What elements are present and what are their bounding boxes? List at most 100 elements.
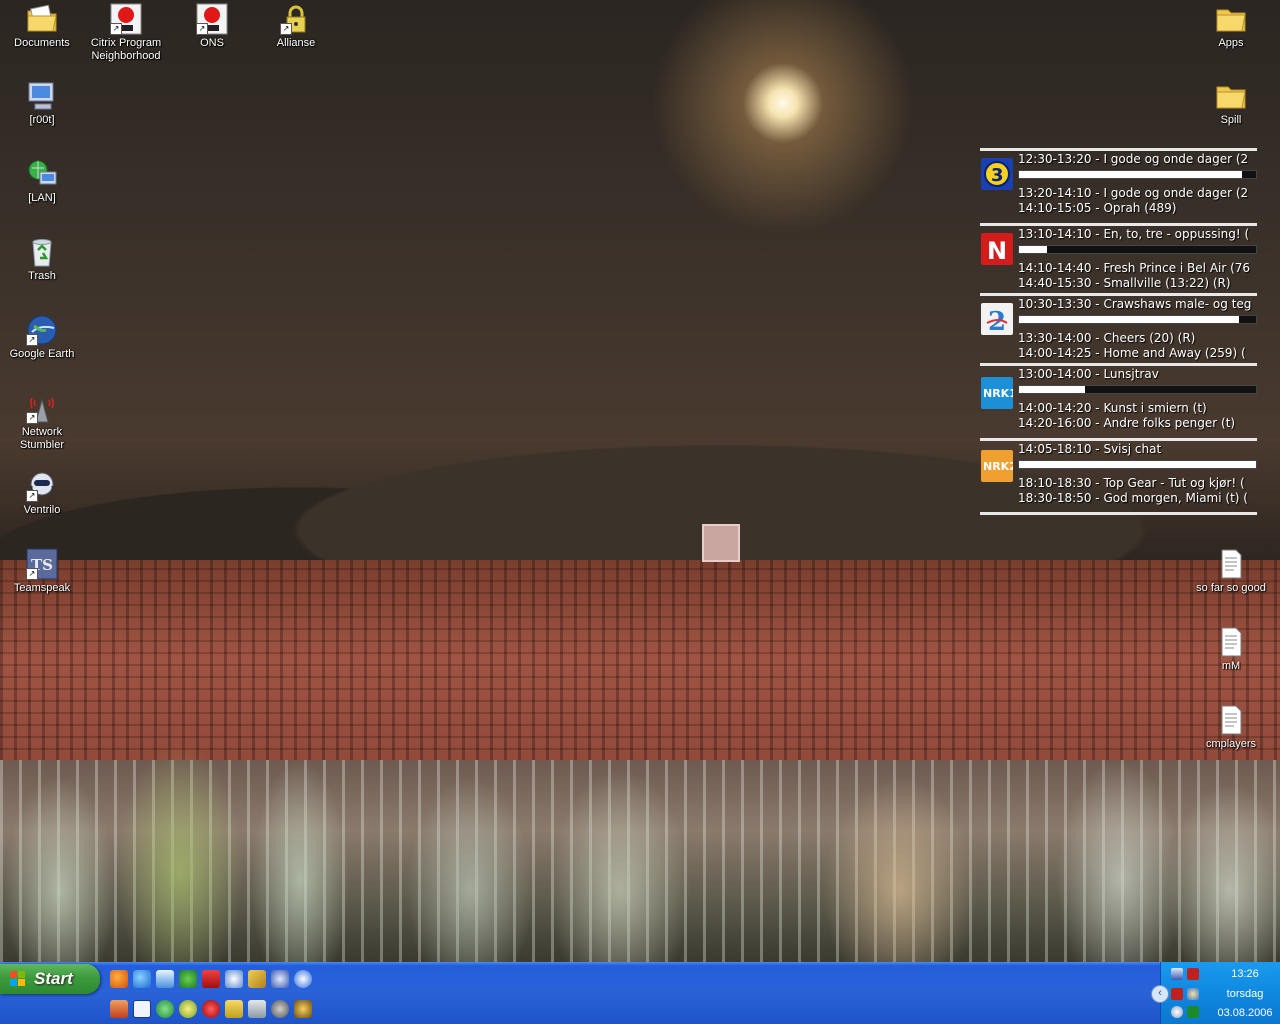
now-showing: 13:00-14:00 - Lunsjtrav — [1018, 367, 1159, 381]
next-program: 13:30-14:00 - Cheers (20) (R) — [1018, 331, 1196, 345]
refresh-icon[interactable] — [156, 1000, 174, 1018]
desktop-icon-citrix-program-neighborhood[interactable]: ↗ Citrix Program Neighborhood — [84, 3, 168, 63]
winrar-icon[interactable] — [110, 1000, 128, 1018]
citrix-icon: ↗ — [110, 3, 142, 35]
icon-label: Ventrilo — [23, 504, 61, 516]
svg-text:N: N — [987, 237, 1007, 265]
firefox-icon[interactable] — [110, 970, 128, 988]
display-icon[interactable] — [1171, 968, 1183, 980]
desktop-icon-mm[interactable]: mM — [1189, 626, 1273, 673]
shortcut-arrow-icon: ↗ — [26, 568, 38, 580]
next-program: 13:20-14:10 - I gode og onde dager (2 — [1018, 186, 1249, 200]
system-tray: ‹ 13:26 torsdag 03.08.2006 — [1151, 962, 1280, 1024]
program-progress-bar — [1018, 385, 1257, 394]
desktop-icon-root[interactable]: [r00t] — [0, 80, 84, 127]
icon-label: cmplayers — [1205, 738, 1257, 750]
opera-icon[interactable] — [202, 1000, 220, 1018]
media-player-icon[interactable] — [294, 970, 312, 988]
next-program: 18:30-18:50 - God morgen, Miami (t) ( — [1018, 491, 1248, 505]
users-tray-icon[interactable] — [1187, 988, 1199, 1000]
citrix-icon[interactable] — [202, 970, 220, 988]
next-program: 14:40-15:30 - Smallville (13:22) (R) — [1018, 276, 1231, 290]
now-showing: 13:10-14:10 - En, to, tre - oppussing! ( — [1018, 227, 1250, 241]
icon-label: Network Stumbler — [19, 426, 65, 451]
icon-label: ONS — [200, 37, 224, 49]
winamp-icon[interactable] — [294, 1000, 312, 1018]
start-button[interactable]: Start — [0, 964, 100, 994]
network-drive-icon[interactable] — [248, 1000, 266, 1018]
nrk1-logo-icon: NRK1 — [981, 377, 1017, 409]
network-icon — [26, 158, 58, 190]
next-program: 14:20-16:00 - Andre folks penger (t) — [1018, 416, 1236, 430]
tv-guide-widget: 3 12:30-13:20 - I gode og onde dager (2 … — [980, 148, 1257, 518]
desktop-icon-teamspeak[interactable]: TS ↗ Teamspeak — [0, 548, 84, 595]
windows-logo-icon — [10, 971, 26, 987]
shortcut-arrow-icon: ↗ — [26, 412, 38, 424]
wifi-icon[interactable] — [1171, 1006, 1183, 1018]
desktop-icon-allianse[interactable]: ↗ Allianse — [254, 3, 338, 50]
icon-label: Teamspeak — [13, 582, 71, 594]
show-hidden-icons-button[interactable]: ‹ — [1151, 985, 1169, 1003]
wallpaper-chimney — [702, 524, 740, 562]
editor-icon[interactable] — [133, 1000, 151, 1018]
desktop-icon-cmplayers[interactable]: cmplayers — [1189, 704, 1273, 751]
desktop-icon-apps[interactable]: Apps — [1189, 3, 1273, 50]
battery-icon[interactable] — [1187, 1006, 1199, 1018]
icon-label: Allianse — [276, 37, 316, 49]
shortcut-arrow-icon: ↗ — [26, 490, 38, 502]
clock-day: torsdag — [1226, 988, 1264, 1000]
desktop-icon-ventrilo[interactable]: ↗ Ventrilo — [0, 470, 84, 517]
channel-separator — [980, 512, 1257, 515]
channel-separator — [980, 363, 1257, 366]
channel-separator — [980, 148, 1257, 151]
desktop: Documents ↗ Citrix Program Neighborhood … — [0, 0, 1280, 962]
citrix-tray-icon[interactable] — [1187, 968, 1199, 980]
next-program: 18:10-18:30 - Top Gear - Tut og kjør! ( — [1018, 476, 1245, 490]
antenna-icon: ↗ — [26, 392, 58, 424]
icon-label: so far so good — [1196, 582, 1266, 594]
now-showing: 12:30-13:20 - I gode og onde dager (2 — [1018, 152, 1249, 166]
desktop-icon-ons[interactable]: ↗ ONS — [170, 3, 254, 50]
icon-label: Spill — [1220, 114, 1242, 126]
channel-separator — [980, 438, 1257, 441]
start-label: Start — [34, 969, 73, 988]
icon-label: [r00t] — [29, 114, 55, 126]
folder-icon — [1215, 3, 1247, 35]
next-program: 14:00-14:20 - Kunst i smiern (t) — [1018, 401, 1207, 415]
shortcut-arrow-icon: ↗ — [196, 23, 208, 35]
search-icon[interactable] — [271, 1000, 289, 1018]
pencil-icon[interactable] — [248, 970, 266, 988]
icon-label: Trash — [28, 270, 56, 282]
nrk2-logo-icon: NRK2 — [981, 450, 1017, 482]
folder-search-icon[interactable] — [225, 1000, 243, 1018]
teamspeak-icon: TS ↗ — [26, 548, 58, 580]
desktop-icon-lan[interactable]: [LAN] — [0, 158, 84, 205]
desktop-icon-documents[interactable]: Documents — [0, 3, 84, 50]
msn-butterfly-icon[interactable] — [179, 1000, 197, 1018]
tv3-logo-icon: 3 — [981, 158, 1013, 190]
channel-separator — [980, 223, 1257, 226]
ie-icon[interactable] — [133, 970, 151, 988]
desktop-icon-google-earth[interactable]: ↗ Google Earth — [0, 314, 84, 361]
msn-icon[interactable] — [179, 970, 197, 988]
desktop-icon-network-stumbler[interactable]: ↗ Network Stumbler — [0, 392, 84, 452]
folder-icon — [1215, 80, 1247, 112]
aim-icon[interactable] — [225, 970, 243, 988]
program-progress-bar — [1018, 460, 1257, 469]
shortcut-arrow-icon: ↗ — [110, 23, 122, 35]
outlook-icon[interactable] — [156, 970, 174, 988]
desktop-icon-spill[interactable]: Spill — [1189, 80, 1273, 127]
clock-time[interactable]: 13:26 — [1209, 968, 1280, 981]
globe-icon: ↗ — [26, 314, 58, 346]
desktop-icon-so-far-so-good[interactable]: so far so good — [1189, 548, 1273, 595]
next-program: 14:10-14:40 - Fresh Prince i Bel Air (76 — [1018, 261, 1251, 275]
desktop-icon-trash[interactable]: Trash — [0, 236, 84, 283]
folder-documents-icon — [26, 3, 58, 35]
network-tray-icon[interactable] — [1171, 988, 1183, 1000]
shortcut-arrow-icon: ↗ — [280, 23, 292, 35]
svg-text:NRK2: NRK2 — [983, 460, 1013, 473]
shortcut-arrow-icon: ↗ — [26, 334, 38, 346]
svg-text:3: 3 — [991, 165, 1004, 186]
network-icon[interactable] — [271, 970, 289, 988]
tv2-logo-icon: 2 — [981, 303, 1013, 337]
